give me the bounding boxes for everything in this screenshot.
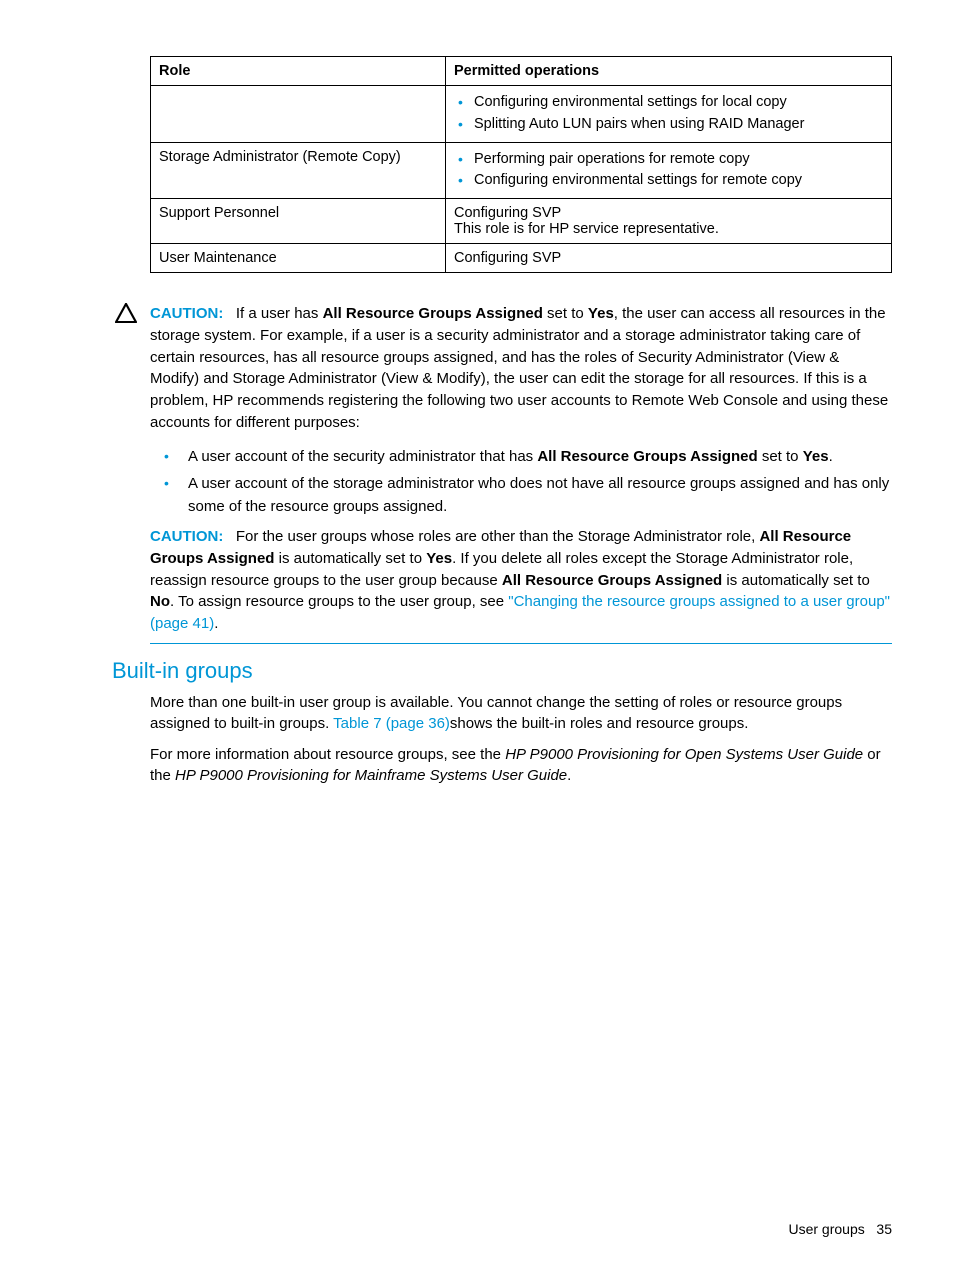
- caution-triangle-icon: [115, 303, 137, 323]
- caution-bullet-list: A user account of the security administr…: [150, 446, 892, 519]
- builtin-groups-body: More than one built-in user group is ava…: [150, 692, 892, 786]
- table-row: Configuring environmental settings for l…: [151, 86, 892, 143]
- list-item: A user account of the security administr…: [188, 446, 892, 469]
- table-row: Storage Administrator (Remote Copy) Perf…: [151, 142, 892, 199]
- paragraph: For more information about resource grou…: [150, 744, 892, 786]
- roles-table: Role Permitted operations Configuring en…: [150, 56, 892, 273]
- list-item: A user account of the storage administra…: [188, 473, 892, 518]
- caution-label: CAUTION:: [150, 305, 223, 322]
- table-row: User Maintenance Configuring SVP: [151, 244, 892, 273]
- op-item: Configuring environmental settings for l…: [454, 92, 883, 114]
- page-footer: User groups 35: [788, 1221, 892, 1237]
- footer-page-number: 35: [876, 1221, 892, 1237]
- op-item: Configuring environmental settings for r…: [454, 170, 883, 192]
- role-cell: [151, 86, 446, 143]
- table-row: Support Personnel Configuring SVP This r…: [151, 199, 892, 244]
- caution-label: CAUTION:: [150, 528, 223, 545]
- role-cell: Storage Administrator (Remote Copy): [151, 142, 446, 199]
- role-cell: Support Personnel: [151, 199, 446, 244]
- ops-cell: Configuring SVP This role is for HP serv…: [446, 199, 892, 244]
- table-header-role: Role: [151, 57, 446, 86]
- role-cell: User Maintenance: [151, 244, 446, 273]
- caution-paragraph: CAUTION: If a user has All Resource Grou…: [150, 303, 892, 434]
- table-header-ops: Permitted operations: [446, 57, 892, 86]
- op-item: Splitting Auto LUN pairs when using RAID…: [454, 114, 883, 136]
- caution-block-1: CAUTION: If a user has All Resource Grou…: [150, 303, 892, 644]
- ops-cell: Configuring SVP: [446, 244, 892, 273]
- paragraph: More than one built-in user group is ava…: [150, 692, 892, 734]
- footer-section-name: User groups: [788, 1221, 864, 1237]
- ops-cell: Performing pair operations for remote co…: [446, 142, 892, 199]
- section-divider: [150, 643, 892, 644]
- op-item: Performing pair operations for remote co…: [454, 149, 883, 171]
- link-table-7[interactable]: Table 7 (page 36): [333, 715, 450, 732]
- caution-paragraph-2: CAUTION: For the user groups whose roles…: [150, 526, 892, 635]
- section-heading-builtin-groups: Built-in groups: [112, 658, 892, 684]
- ops-cell: Configuring environmental settings for l…: [446, 86, 892, 143]
